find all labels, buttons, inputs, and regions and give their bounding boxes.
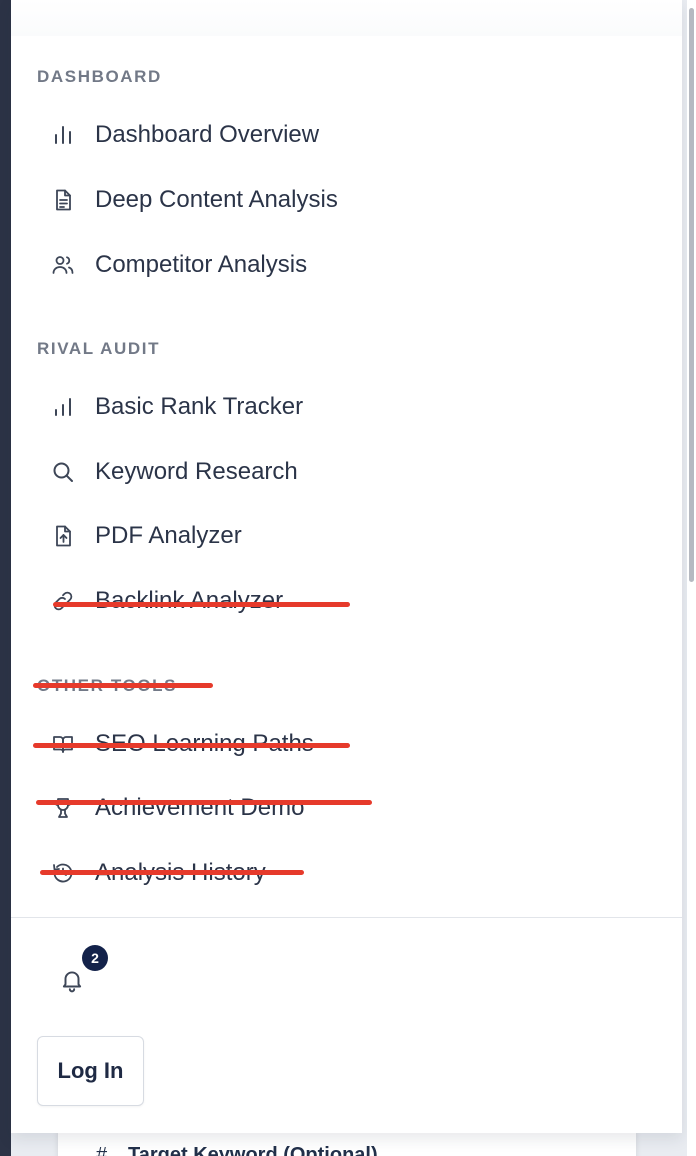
notifications-button[interactable] (57, 964, 87, 996)
nav-item-basic-rank-tracker[interactable]: Basic Rank Tracker (39, 380, 439, 434)
nav-item-keyword-research[interactable]: Keyword Research (39, 445, 439, 499)
nav-label: Deep Content Analysis (95, 186, 338, 213)
bar-chart-icon (39, 120, 87, 150)
nav-label: Dashboard Overview (95, 121, 320, 148)
strikethrough-backlink-analyzer (53, 602, 350, 607)
navigation-drawer: DASHBOARD Dashboard Overview Deep Conten… (11, 0, 682, 1133)
left-edge-strip (0, 0, 11, 1156)
nav-label: Competitor Analysis (95, 251, 308, 278)
section-title-dashboard: DASHBOARD (37, 67, 162, 86)
scrollbar-thumb[interactable] (689, 8, 694, 582)
nav-item-pdf-analyzer[interactable]: PDF Analyzer (39, 509, 439, 563)
strikethrough-analysis-history (40, 870, 304, 875)
link-icon (39, 586, 87, 616)
hash-icon: # (96, 1144, 108, 1156)
nav-item-dashboard-overview[interactable]: Dashboard Overview (39, 108, 439, 162)
login-button[interactable]: Log In (37, 1036, 144, 1106)
document-icon (39, 185, 87, 215)
strikethrough-achievement-demo (36, 800, 372, 805)
strikethrough-other-tools (33, 683, 213, 688)
file-upload-icon (39, 521, 87, 551)
nav-label: Backlink Analyzer (95, 587, 284, 614)
nav-label: PDF Analyzer (95, 522, 242, 549)
section-title-rival-audit: RIVAL AUDIT (37, 339, 161, 358)
bell-icon (59, 967, 85, 993)
drawer-header (11, 0, 682, 36)
notification-count-badge: 2 (82, 945, 108, 971)
nav-label: Basic Rank Tracker (95, 393, 304, 420)
nav-item-achievement-demo[interactable]: Achievement Demo (39, 781, 439, 835)
strikethrough-seo-learning-paths (33, 743, 350, 748)
nav-label: Achievement Demo (95, 794, 305, 821)
nav-item-backlink-analyzer[interactable]: Backlink Analyzer (39, 574, 439, 628)
nav-item-competitor-analysis[interactable]: Competitor Analysis (39, 238, 439, 292)
footer-divider (11, 917, 682, 918)
nav-item-deep-content-analysis[interactable]: Deep Content Analysis (39, 173, 439, 227)
trophy-icon (39, 793, 87, 823)
target-keyword-label: Target Keyword (Optional) (128, 1144, 378, 1156)
signal-bars-icon (39, 392, 87, 422)
users-icon (39, 250, 87, 280)
search-icon (39, 457, 87, 487)
nav-label: Keyword Research (95, 458, 298, 485)
